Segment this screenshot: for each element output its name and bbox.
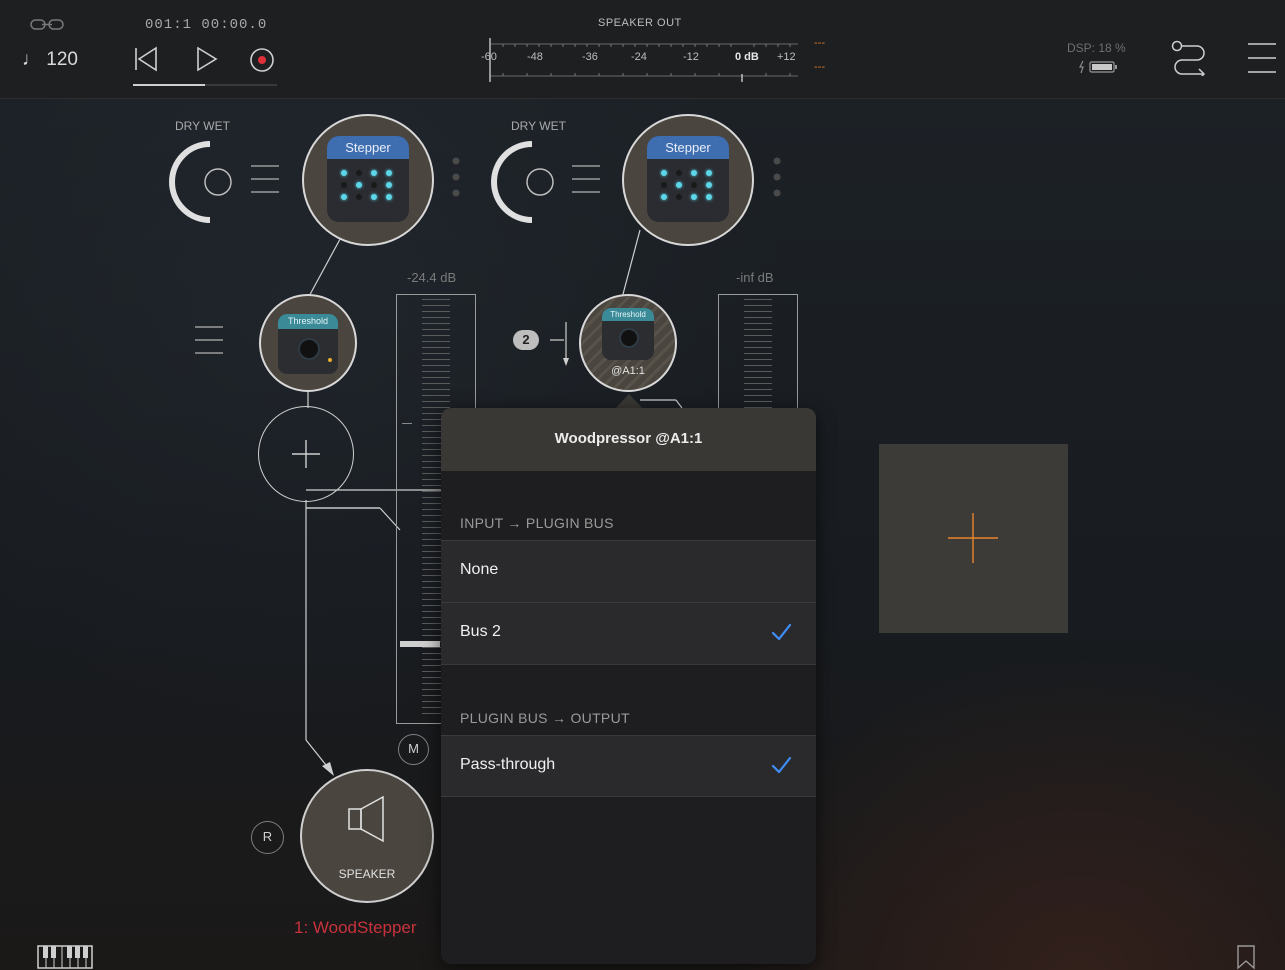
threshold-plugin-icon: Threshold (278, 314, 338, 374)
plugin-name: Stepper (647, 136, 729, 159)
speaker-output-node[interactable]: SPEAKER (300, 769, 434, 903)
track-name[interactable]: 1: WoodStepper (294, 918, 417, 938)
level-readout: -inf dB (736, 270, 774, 285)
mute-button[interactable]: M (398, 734, 429, 765)
dry-wet-label: DRY WET (175, 119, 230, 133)
fx-node-threshold[interactable]: Threshold (259, 294, 357, 392)
speaker-label: SPEAKER (338, 867, 396, 881)
fx-name: Threshold (602, 308, 654, 321)
fx-node-threshold-bypassed[interactable]: Threshold @A1:1 (579, 294, 677, 392)
option-label: Bus 2 (460, 623, 501, 640)
add-channel-button[interactable] (879, 444, 1068, 633)
bus-badge[interactable]: 2 (513, 330, 539, 350)
checkmark-icon (771, 756, 792, 774)
stepper-plugin-icon: Stepper (647, 136, 729, 222)
speaker-icon (348, 795, 384, 843)
add-icon (292, 440, 320, 468)
plugin-node-stepper[interactable]: Stepper (302, 114, 434, 246)
threshold-plugin-icon: Threshold (602, 308, 654, 360)
level-readout: -24.4 dB (407, 270, 457, 285)
checkmark-icon (771, 623, 792, 641)
volume-fader[interactable] (718, 294, 798, 409)
popover-title: Woodpressor @A1:1 (554, 430, 703, 447)
chain-menu-icon[interactable] (249, 163, 281, 195)
fx-menu-icon[interactable] (193, 324, 225, 356)
bookmark-icon[interactable] (1236, 944, 1256, 970)
option-label: None (460, 561, 499, 578)
fx-tag: @A1:1 (611, 365, 645, 377)
fader-handle[interactable] (400, 641, 440, 647)
add-icon (948, 513, 998, 563)
stepper-plugin-icon: Stepper (327, 136, 409, 222)
record-arm-button[interactable]: R (251, 821, 284, 854)
more-icon[interactable] (450, 155, 462, 205)
plugin-node-stepper[interactable]: Stepper (622, 114, 754, 246)
popover-header: Woodpressor @A1:1 (441, 408, 816, 471)
keyboard-icon[interactable] (37, 945, 93, 969)
add-effect-button[interactable] (258, 406, 354, 502)
plugin-name: Stepper (327, 136, 409, 159)
option-label: Pass-through (460, 756, 556, 773)
more-icon[interactable] (771, 155, 783, 205)
option-bus-2[interactable]: Bus 2 (441, 602, 816, 664)
chain-menu-icon[interactable] (570, 163, 602, 195)
dry-wet-label: DRY WET (511, 119, 566, 133)
section-header-output: PLUGIN BUS → OUTPUT (460, 710, 630, 726)
fx-name: Threshold (278, 314, 338, 329)
divider (441, 664, 816, 665)
option-pass-through[interactable]: Pass-through (441, 735, 816, 797)
section-header-input: INPUT → PLUGIN BUS (460, 515, 614, 531)
bus-routing-popover: Woodpressor @A1:1 INPUT → PLUGIN BUS Non… (441, 408, 816, 964)
option-none[interactable]: None (441, 540, 816, 602)
